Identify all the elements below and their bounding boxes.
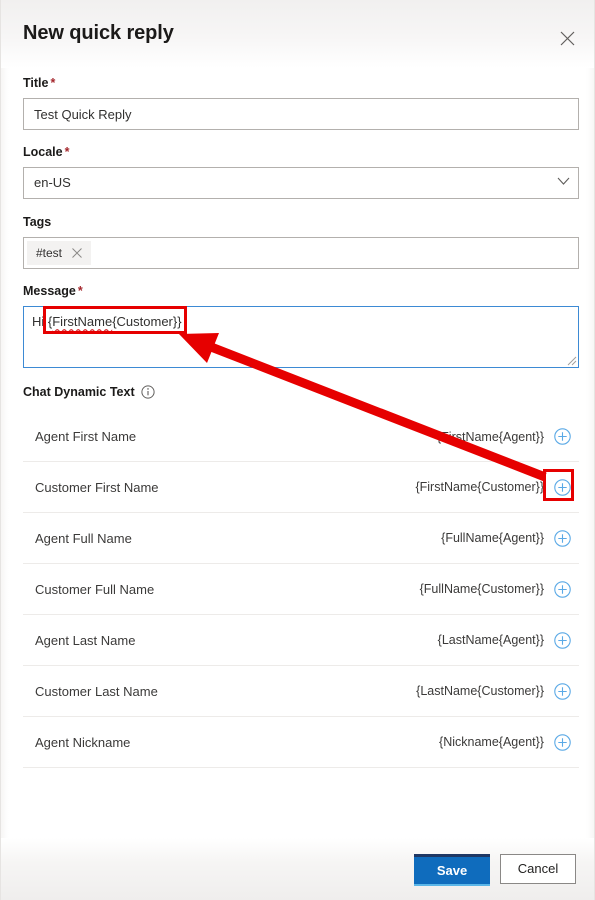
message-textarea[interactable]: Hi {FirstName{Customer}} xyxy=(23,306,579,368)
dynamic-text-row-token: {FirstName{Agent}} xyxy=(436,429,544,444)
circle-plus-icon xyxy=(553,682,571,700)
add-dynamic-text-button[interactable] xyxy=(553,478,571,496)
cancel-button[interactable]: Cancel xyxy=(500,854,576,884)
info-icon[interactable] xyxy=(141,385,155,399)
locale-select[interactable]: en-US xyxy=(23,167,579,199)
circle-plus-icon xyxy=(553,529,571,547)
title-label: Title * xyxy=(23,76,579,91)
title-label-text: Title xyxy=(23,76,49,90)
circle-plus-icon xyxy=(553,428,571,445)
chat-dynamic-text-label: Chat Dynamic Text xyxy=(23,385,135,399)
required-asterisk: * xyxy=(64,145,70,159)
circle-plus-icon xyxy=(553,478,571,496)
page-title: New quick reply xyxy=(23,22,174,44)
message-token-misspelled: FirstName xyxy=(52,314,113,329)
required-asterisk: * xyxy=(50,76,56,90)
dynamic-text-row-label: Agent Last Name xyxy=(35,632,136,648)
dynamic-text-row-token: {FullName{Agent}} xyxy=(441,531,544,545)
circle-plus-icon xyxy=(553,733,571,751)
resize-grip-icon[interactable] xyxy=(566,355,577,366)
tag-remove-button[interactable] xyxy=(72,248,82,258)
chat-dynamic-text-heading: Chat Dynamic Text xyxy=(23,385,155,399)
dynamic-text-row: Customer First Name {FirstName{Customer}} xyxy=(23,462,579,513)
close-icon xyxy=(72,248,82,258)
tags-field-group: Tags #test xyxy=(23,215,579,269)
dynamic-text-row-label: Agent Full Name xyxy=(35,530,132,546)
circle-plus-icon xyxy=(553,580,571,598)
dynamic-text-row: Agent Last Name {LastName{Agent}} xyxy=(23,615,579,666)
dialog-footer: Save Cancel xyxy=(1,838,594,900)
dynamic-text-row-label: Agent First Name xyxy=(35,429,137,444)
dynamic-text-row-token: {FullName{Customer}} xyxy=(419,582,544,596)
dynamic-text-row-token: {FirstName{Customer}} xyxy=(415,480,544,494)
dynamic-text-row-label: Customer Full Name xyxy=(35,581,155,597)
dynamic-text-row-label: Agent Nickname xyxy=(35,734,131,750)
locale-label-text: Locale xyxy=(23,145,63,159)
message-token-close: {Customer}} xyxy=(112,314,182,329)
dynamic-text-row-label: Customer Last Name xyxy=(35,683,158,699)
add-dynamic-text-button[interactable] xyxy=(553,529,571,547)
dynamic-text-row-token: {LastName{Agent}} xyxy=(437,633,544,647)
title-input[interactable] xyxy=(23,98,579,130)
close-button[interactable] xyxy=(552,23,582,53)
add-dynamic-text-button[interactable] xyxy=(553,428,571,446)
add-dynamic-text-button[interactable] xyxy=(553,580,571,598)
message-label: Message * xyxy=(23,284,579,299)
required-asterisk: * xyxy=(77,284,83,298)
dynamic-text-row: Customer Last Name {LastName{Customer}} xyxy=(23,666,579,717)
dynamic-text-row-token: {LastName{Customer}} xyxy=(416,684,544,698)
tags-input[interactable]: #test xyxy=(23,237,579,269)
message-text-prefix: Hi xyxy=(32,314,48,329)
message-field-group: Message * Hi {FirstName{Customer}} xyxy=(23,284,579,368)
tag-chip-label: #test xyxy=(36,246,63,260)
circle-plus-icon xyxy=(553,631,571,649)
dynamic-text-row: Agent First Name {FirstName{Agent}} xyxy=(23,411,579,462)
locale-field-group: Locale * en-US xyxy=(23,145,579,199)
tags-label: Tags xyxy=(23,215,52,229)
dynamic-text-row: Customer Full Name {FullName{Customer}} xyxy=(23,564,579,615)
message-text-content: Hi {FirstName{Customer}} xyxy=(32,314,182,330)
dynamic-text-row: Agent Nickname {Nickname{Agent}} xyxy=(23,717,579,768)
dialog-header: New quick reply xyxy=(1,0,594,68)
dynamic-text-row-token: {Nickname{Agent}} xyxy=(439,735,544,749)
close-icon xyxy=(560,31,574,45)
tag-chip: #test xyxy=(27,241,92,265)
footer-buttons: Save Cancel xyxy=(414,854,576,884)
panel-right-edge xyxy=(586,0,594,900)
add-dynamic-text-button[interactable] xyxy=(553,631,571,649)
new-quick-reply-dialog: New quick reply Title* Locale* en-US xyxy=(0,0,595,900)
locale-select-value: en-US xyxy=(23,167,579,199)
dynamic-text-list: Agent First Name {FirstName{Agent}} Custom… xyxy=(23,411,579,768)
add-dynamic-text-button[interactable] xyxy=(553,682,571,700)
dynamic-text-row-label: Customer First Name xyxy=(35,479,159,495)
title-field-group: Title * xyxy=(23,76,579,130)
message-label-text: Message xyxy=(23,284,76,298)
panel-left-edge xyxy=(1,0,9,900)
dynamic-text-row: Agent Full Name {FullName{Agent}} xyxy=(23,513,579,564)
add-dynamic-text-button[interactable] xyxy=(553,733,571,751)
save-button[interactable]: Save xyxy=(414,854,490,884)
locale-label: Locale * xyxy=(23,145,579,160)
